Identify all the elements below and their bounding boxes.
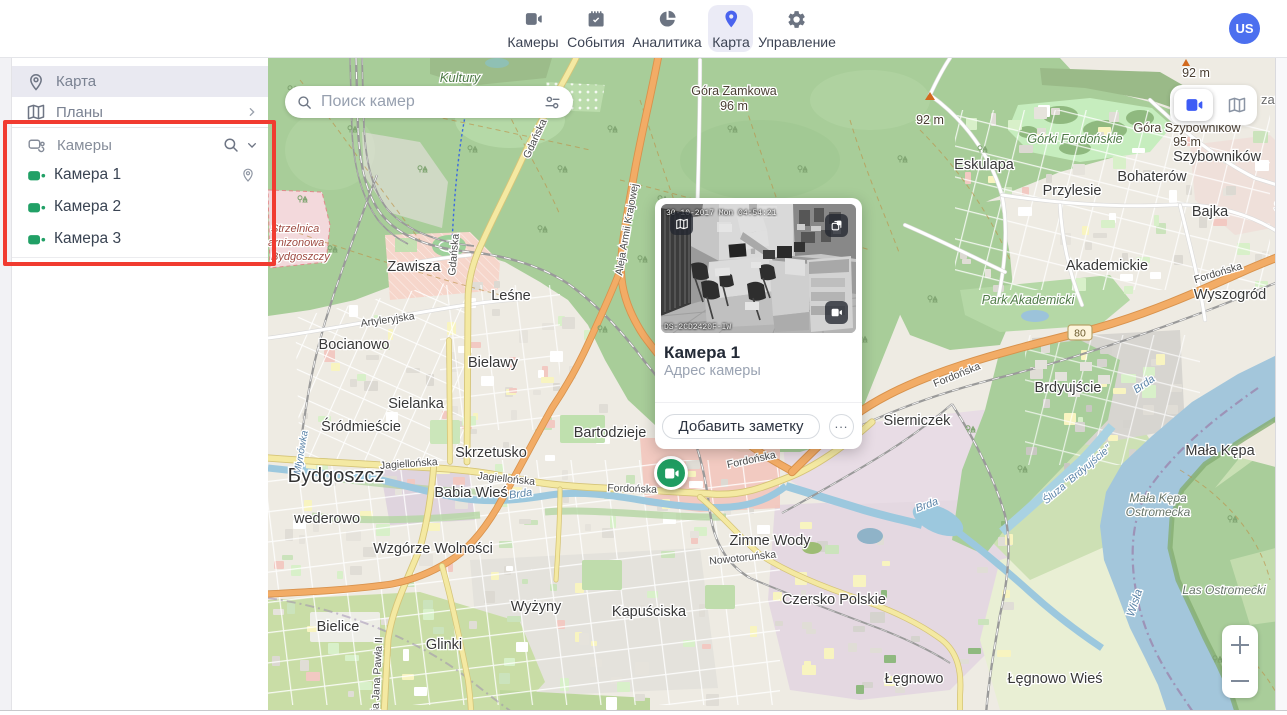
svg-text:Mała Kępa: Mała Kępa [1185,443,1255,459]
svg-text:Przylesie: Przylesie [1043,183,1102,199]
svg-text:96 m: 96 m [720,99,748,113]
svg-text:DS-2CD2420F-IW: DS-2CD2420F-IW [664,323,731,332]
svg-text:Śródmieście: Śródmieście [321,417,401,435]
svg-text:Wyżyny: Wyżyny [511,599,562,615]
svg-text:Wzgórze Wolności: Wzgórze Wolności [373,541,493,557]
svg-text:Góra Zamkowa: Góra Zamkowa [691,84,776,98]
svg-text:Bartodzieje: Bartodzieje [574,425,647,441]
svg-text:Bielice: Bielice [317,619,360,635]
svg-text:95 m: 95 m [1173,135,1201,149]
svg-text:Fordońska: Fordońska [607,482,657,496]
svg-text:Bajka: Bajka [1192,204,1229,220]
svg-text:Leśne: Leśne [491,288,531,304]
svg-text:Szybowników: Szybowników [1173,149,1261,165]
svg-text:80: 80 [1074,328,1086,340]
svg-text:Bohaterów: Bohaterów [1117,169,1187,185]
svg-text:Czersko Polskie: Czersko Polskie [782,592,886,608]
svg-text:Ostromecka: Ostromecka [1126,505,1191,519]
svg-text:Górki Fordońskie: Górki Fordońskie [1027,132,1122,146]
svg-text:Bocianowo: Bocianowo [319,337,390,353]
svg-text:zań: zań [1261,92,1275,107]
svg-text:Skrzetusko: Skrzetusko [455,445,527,461]
svg-text:Brdyujście: Brdyujście [1035,380,1102,396]
svg-text:Park Akademicki: Park Akademicki [982,293,1076,307]
svg-text:wederowo: wederowo [293,511,360,527]
svg-text:Wyszogród: Wyszogród [1194,287,1266,303]
svg-text:Eskulapa: Eskulapa [954,157,1015,173]
svg-text:Sierniczek: Sierniczek [884,413,952,429]
svg-text:arnizonowa: arnizonowa [268,237,324,249]
svg-text:Łęgnowo: Łęgnowo [885,671,944,687]
svg-text:Kapuściska: Kapuściska [612,604,687,620]
svg-text:Zimne Wody: Zimne Wody [729,533,811,549]
svg-text:Babia Wieś: Babia Wieś [434,485,507,501]
svg-text:Sielanka: Sielanka [388,396,445,412]
svg-text:Bydgoszczy: Bydgoszczy [271,251,331,263]
svg-text:Kultury: Kultury [440,70,482,85]
svg-text:92 m: 92 m [1182,66,1210,80]
svg-text:Mała Kępa: Mała Kępa [1129,491,1187,505]
svg-text:Zawisza: Zawisza [387,259,441,275]
svg-text:Bielawy: Bielawy [468,355,519,371]
svg-text:92 m: 92 m [916,113,944,127]
svg-text:Las Ostromecki: Las Ostromecki [1182,583,1266,597]
svg-text:Strzelnica: Strzelnica [271,223,319,235]
svg-text:Glinki: Glinki [426,637,462,653]
svg-text:Akademickie: Akademickie [1066,258,1148,274]
svg-text:Łęgnowo Wieś: Łęgnowo Wieś [1007,671,1102,687]
